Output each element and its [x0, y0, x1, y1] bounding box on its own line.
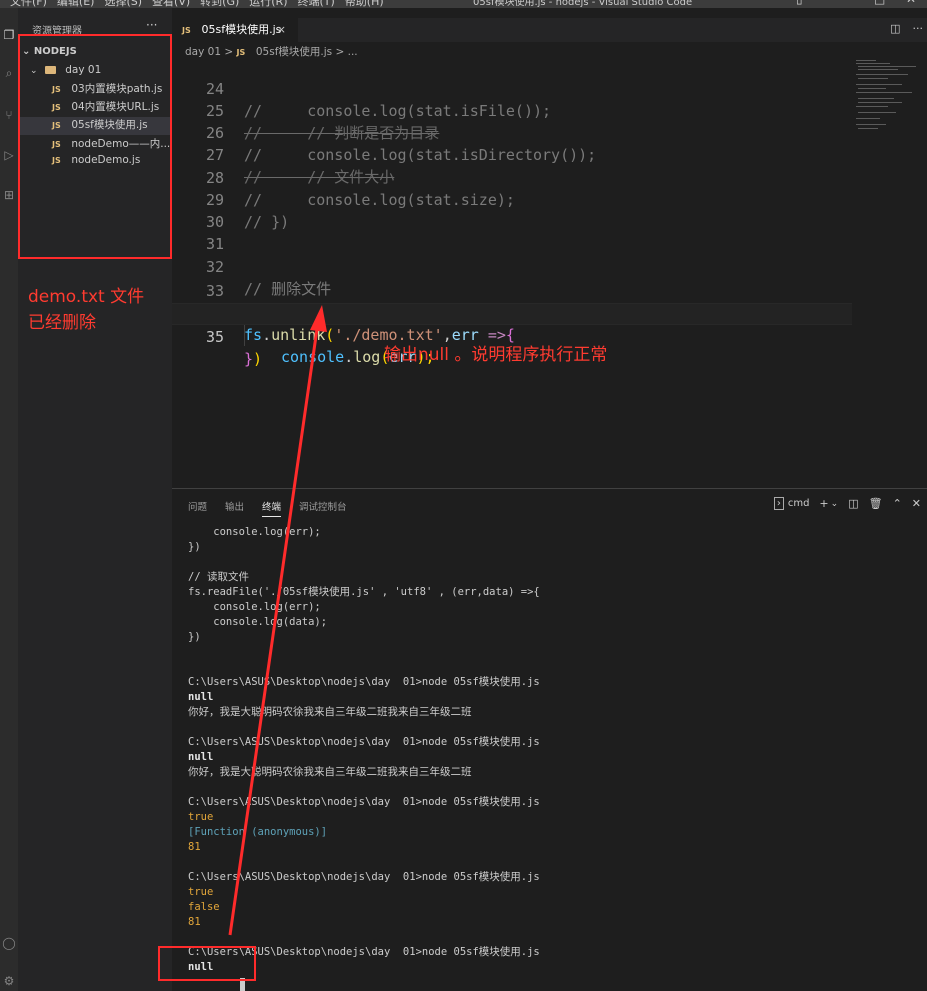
annotation-arrow	[228, 305, 327, 936]
